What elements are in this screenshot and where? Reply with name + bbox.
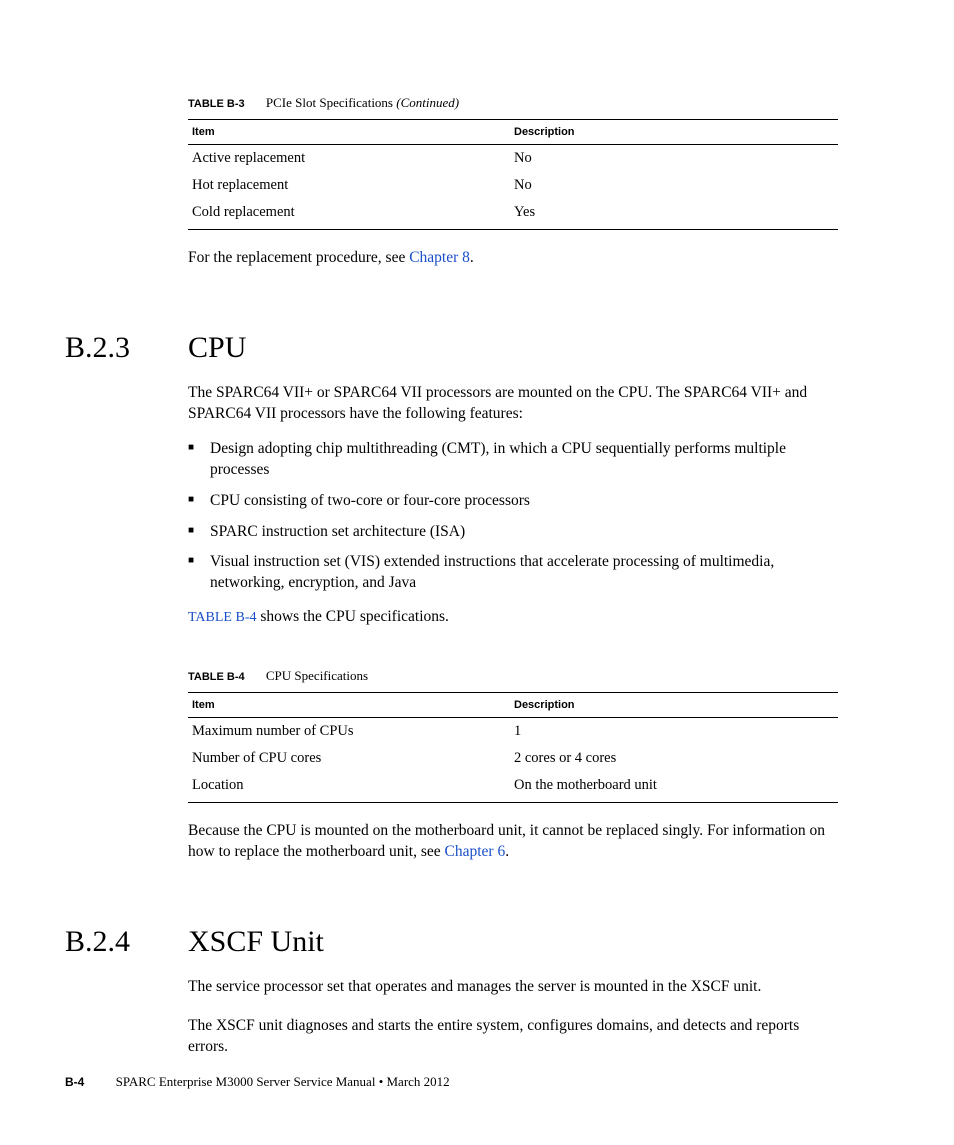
table-row: Location On the motherboard unit	[188, 772, 838, 803]
table-b4: Item Description Maximum number of CPUs …	[188, 692, 838, 803]
table-row: Number of CPU cores 2 cores or 4 cores	[188, 745, 838, 772]
section-b23-heading: B.2.3 CPU	[65, 331, 839, 365]
section-b23-number: B.2.3	[65, 331, 188, 365]
section-b23-title: CPU	[188, 331, 246, 365]
list-item: SPARC instruction set architecture (ISA)	[188, 522, 839, 543]
table-b4-header-desc: Description	[510, 693, 838, 718]
cpu-xref-text: TABLE B-4 shows the CPU specifications.	[188, 608, 839, 626]
table-b4-xref-link[interactable]: TABLE B-4	[188, 610, 256, 625]
table-b4-title: CPU Specifications	[266, 668, 368, 683]
list-item: Design adopting chip multithreading (CMT…	[188, 439, 839, 481]
section-b24-title: XSCF Unit	[188, 925, 324, 959]
table-b4-header-item: Item	[188, 693, 510, 718]
table-b3-caption: TABLE B-3 PCIe Slot Specifications (Cont…	[188, 95, 839, 111]
table-row: Active replacement No	[188, 145, 838, 173]
table-row: Cold replacement Yes	[188, 199, 838, 230]
chapter-8-link[interactable]: Chapter 8	[409, 249, 470, 266]
cpu-intro-text: The SPARC64 VII+ or SPARC64 VII processo…	[188, 383, 839, 425]
table-row: Maximum number of CPUs 1	[188, 718, 838, 746]
table-b3-header-item: Item	[188, 120, 510, 145]
table-b4-caption: TABLE B-4 CPU Specifications	[188, 668, 839, 684]
cpu-feature-list: Design adopting chip multithreading (CMT…	[188, 439, 839, 595]
table-b3-continued: (Continued)	[396, 95, 459, 110]
replacement-procedure-text: For the replacement procedure, see Chapt…	[188, 248, 839, 269]
table-b3-header-desc: Description	[510, 120, 838, 145]
table-b3-label: TABLE B-3	[188, 98, 245, 110]
cpu-note-text: Because the CPU is mounted on the mother…	[188, 821, 839, 863]
table-b3-title: PCIe Slot Specifications	[266, 95, 396, 110]
page-footer: B-4 SPARC Enterprise M3000 Server Servic…	[65, 1074, 450, 1090]
xscf-paragraph-2: The XSCF unit diagnoses and starts the e…	[188, 1016, 839, 1058]
page-number: B-4	[65, 1075, 84, 1089]
section-b24-number: B.2.4	[65, 925, 188, 959]
table-b4-label: TABLE B-4	[188, 671, 245, 683]
list-item: CPU consisting of two-core or four-core …	[188, 491, 839, 512]
list-item: Visual instruction set (VIS) extended in…	[188, 552, 839, 594]
footer-text: SPARC Enterprise M3000 Server Service Ma…	[116, 1074, 450, 1089]
section-b24-heading: B.2.4 XSCF Unit	[65, 925, 839, 959]
xscf-paragraph-1: The service processor set that operates …	[188, 977, 839, 998]
chapter-6-link[interactable]: Chapter 6	[445, 843, 506, 860]
table-row: Hot replacement No	[188, 172, 838, 199]
table-b3: Item Description Active replacement No H…	[188, 119, 838, 230]
